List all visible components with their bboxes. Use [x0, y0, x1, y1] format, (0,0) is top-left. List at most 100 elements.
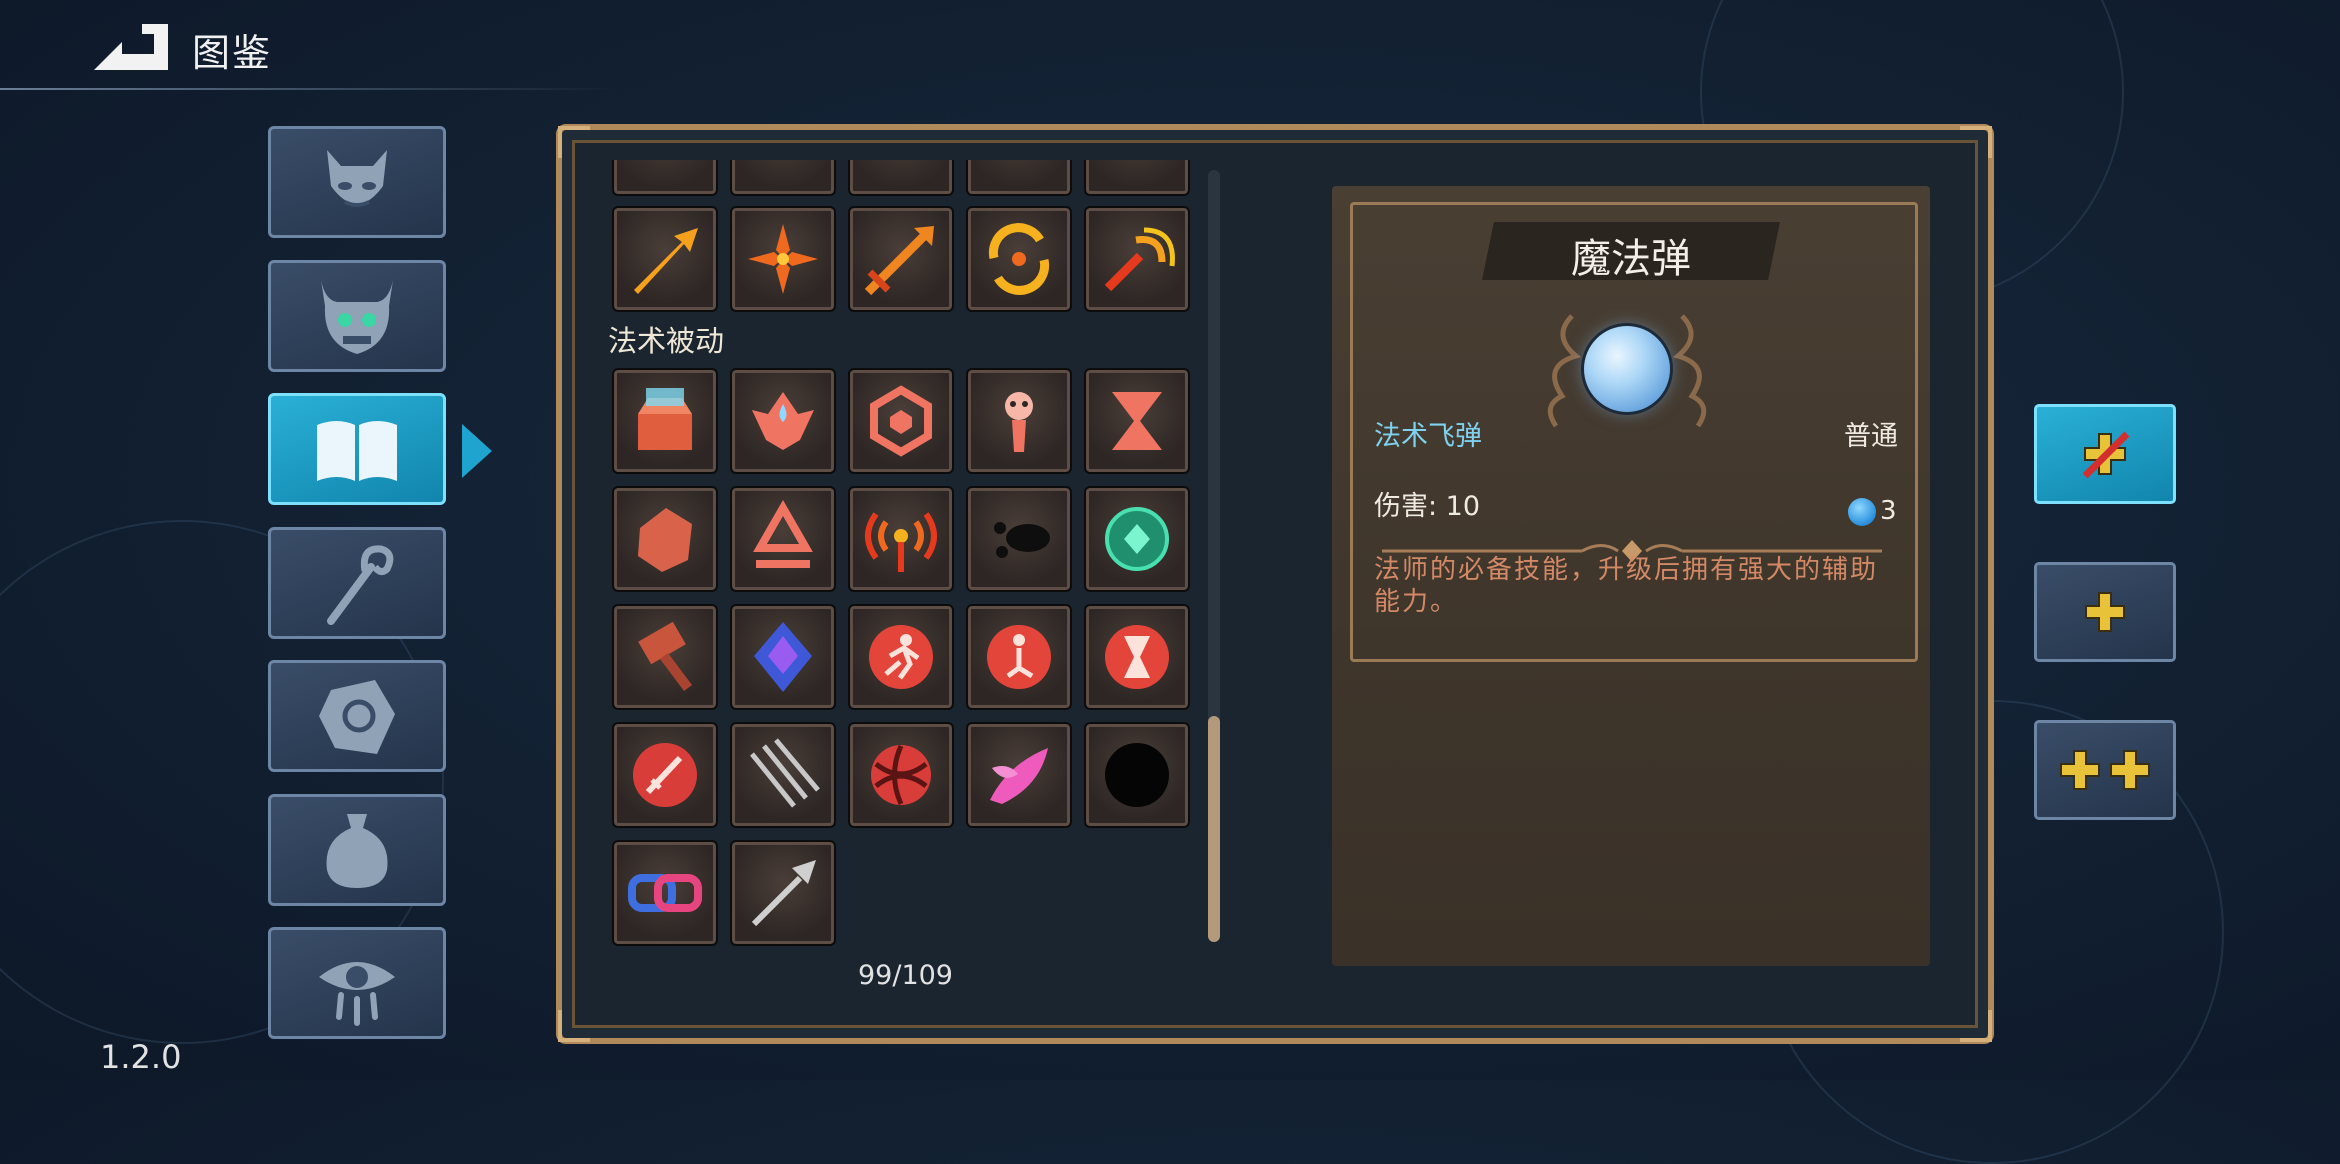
- active-tab-arrow-icon: [462, 424, 492, 478]
- level-plus-two-button[interactable]: [2034, 720, 2176, 820]
- sword-seal-slot[interactable]: [612, 722, 718, 828]
- hourglass-icon: [1112, 392, 1162, 450]
- level-base-button[interactable]: [2034, 404, 2176, 504]
- double-arrow-icon: [864, 226, 934, 296]
- tab-curses[interactable]: [268, 927, 446, 1039]
- grid-slot[interactable]: [730, 160, 836, 196]
- fire-arrow-slot[interactable]: [612, 206, 718, 312]
- level-none-icon: [2082, 431, 2130, 479]
- radio-signal-slot[interactable]: [848, 486, 954, 592]
- frame-corner: [558, 126, 590, 158]
- blood-drop-flower-icon: [752, 392, 814, 450]
- shadow-dash-slot[interactable]: [966, 486, 1072, 592]
- triple-blade-slot[interactable]: [730, 722, 836, 828]
- fire-cycle-icon: [988, 223, 1050, 295]
- fire-spiral-icon: [1104, 227, 1175, 292]
- diamond-rune-icon: [753, 499, 813, 568]
- scrollbar-thumb[interactable]: [1208, 716, 1220, 942]
- tab-bosses[interactable]: [268, 260, 446, 372]
- hourglass-seal-slot[interactable]: [1084, 604, 1190, 710]
- black-bomb-icon: [1105, 743, 1169, 807]
- spell-description: 法师的必备技能，升级后拥有强大的辅助能力。: [1374, 555, 1879, 617]
- grid-slot[interactable]: [966, 160, 1072, 196]
- curse-ball-icon: [871, 744, 931, 806]
- mana-icon: [1848, 498, 1876, 526]
- grid-slot[interactable]: [612, 160, 718, 196]
- crying-eye-icon: [319, 962, 395, 1026]
- linked-chains-icon: [628, 874, 702, 912]
- pouch-icon: [326, 814, 388, 888]
- version-label: 1.2.0: [100, 1038, 182, 1076]
- plus-two-icon: [2060, 750, 2150, 790]
- grid-slot[interactable]: [1084, 160, 1190, 196]
- pink-leaf-icon: [990, 748, 1048, 804]
- sapphire-crystal-icon: [754, 622, 812, 692]
- rock-slot[interactable]: [612, 486, 718, 592]
- mana-cost: 3: [1880, 496, 1897, 526]
- hourglass-slot[interactable]: [1084, 368, 1190, 474]
- fire-arrow-icon: [634, 228, 698, 294]
- fire-spiral-slot[interactable]: [1084, 206, 1190, 312]
- diamond-rune-slot[interactable]: [730, 486, 836, 592]
- runner-seal-slot[interactable]: [848, 604, 954, 710]
- black-bomb-slot[interactable]: [1084, 722, 1190, 828]
- spell-type: 法术飞弹: [1374, 421, 1482, 452]
- double-arrow-slot[interactable]: [848, 206, 954, 312]
- detail-panel: 魔法弹 法术飞弹 普通 伤害: 10 3 法师的必备技能，升级后拥有强大的辅助能…: [1332, 186, 1930, 966]
- rune-stone-icon: [319, 680, 395, 754]
- kneel-seal-icon: [987, 625, 1051, 689]
- blood-drop-flower-slot[interactable]: [730, 368, 836, 474]
- header-divider: [0, 88, 620, 90]
- curse-ball-slot[interactable]: [848, 722, 954, 828]
- spell-name: 魔法弹: [1571, 236, 1691, 282]
- shadow-dash-icon: [994, 522, 1050, 558]
- staff-icon: [327, 545, 394, 625]
- level-plus-one-button[interactable]: [2034, 562, 2176, 662]
- hexagon-shield-icon: [870, 385, 932, 457]
- spear-icon: [751, 860, 816, 927]
- fire-cycle-slot[interactable]: [966, 206, 1072, 312]
- spear-slot[interactable]: [730, 840, 836, 946]
- open-book-icon: [317, 421, 397, 481]
- fire-burst-slot[interactable]: [730, 206, 836, 312]
- triple-blade-icon: [750, 738, 820, 808]
- sword-seal-icon: [633, 743, 697, 807]
- kneel-seal-slot[interactable]: [966, 604, 1072, 710]
- demon-face-icon: [327, 150, 387, 207]
- frame-corner: [1960, 1010, 1992, 1042]
- spell-orb-icon: [1584, 326, 1670, 412]
- tab-monsters[interactable]: [268, 126, 446, 238]
- page-title: 图鉴: [192, 31, 273, 75]
- tab-spells[interactable]: [268, 393, 446, 505]
- treasure-chest-icon: [638, 388, 692, 450]
- back-button[interactable]: [92, 20, 176, 72]
- collection-count: 99/109: [858, 960, 953, 991]
- tab-items[interactable]: [268, 794, 446, 906]
- sapphire-crystal-slot[interactable]: [730, 604, 836, 710]
- hexagon-shield-slot[interactable]: [848, 368, 954, 474]
- tab-runes[interactable]: [268, 660, 446, 772]
- frame-corner: [558, 1010, 590, 1042]
- hammer-slot[interactable]: [612, 604, 718, 710]
- linked-chains-slot[interactable]: [612, 840, 718, 946]
- rock-icon: [638, 508, 692, 572]
- hourglass-seal-icon: [1105, 625, 1169, 689]
- spirit-icon: [1005, 392, 1033, 452]
- plus-one-icon: [2085, 592, 2125, 632]
- codex-grid[interactable]: [610, 160, 1210, 960]
- hammer-icon: [638, 621, 692, 691]
- grid-slot[interactable]: [848, 160, 954, 196]
- section-label: 法术被动: [608, 324, 725, 358]
- spirit-slot[interactable]: [966, 368, 1072, 474]
- radio-signal-icon: [865, 512, 937, 572]
- treasure-chest-slot[interactable]: [612, 368, 718, 474]
- pink-leaf-slot[interactable]: [966, 722, 1072, 828]
- horned-skull-icon: [321, 280, 393, 354]
- runner-seal-icon: [869, 625, 933, 689]
- emerald-orb-icon: [1105, 507, 1169, 571]
- frame-corner: [1960, 126, 1992, 158]
- header: 图鉴: [0, 0, 620, 90]
- emerald-orb-slot[interactable]: [1084, 486, 1190, 592]
- tab-weapons[interactable]: [268, 527, 446, 639]
- fire-burst-icon: [748, 224, 818, 294]
